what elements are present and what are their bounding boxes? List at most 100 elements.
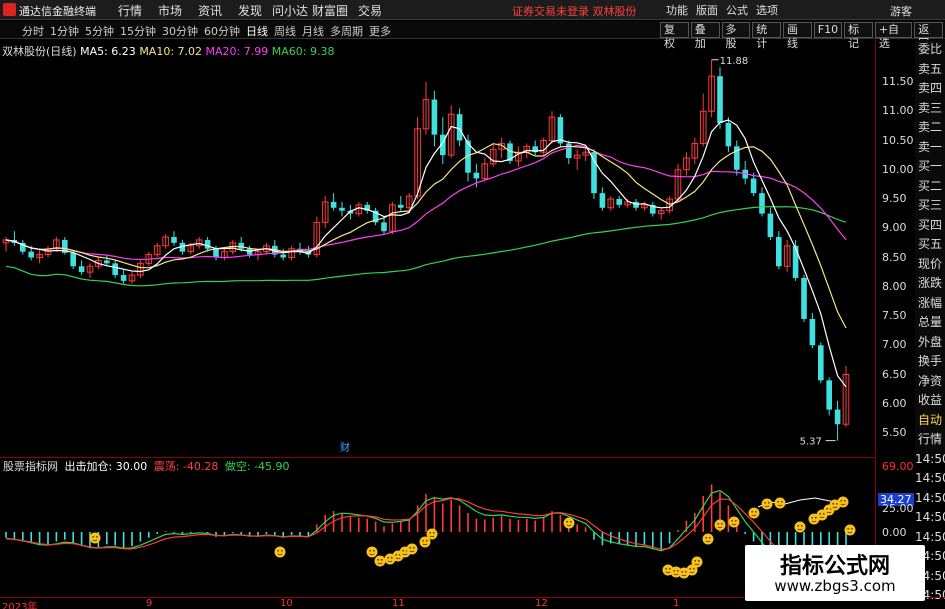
menu-item-market[interactable]: 市场 [150,2,190,19]
side-panel-item[interactable]: 卖五 [915,60,945,80]
side-panel-item[interactable]: 净资 [915,372,945,392]
guest-button[interactable]: 游客 [890,3,912,19]
menu-item-ask[interactable]: 问小达 [270,2,310,19]
signal-face-icon [728,516,740,528]
candle-down [171,237,177,243]
signal-face-icon [366,546,378,558]
candle-down [776,237,782,267]
menu-item-formula[interactable]: 公式 [724,2,750,18]
menu-item-trade[interactable]: 交易 [350,2,390,19]
candle-down [213,248,219,258]
f10-button[interactable]: F10 [813,22,843,38]
tab-5min[interactable]: 5分钟 [85,23,114,39]
watermark-title: 指标公式网 [779,554,890,579]
tab-intraday[interactable]: 分时 [22,23,44,39]
tab-15min[interactable]: 15分钟 [120,23,156,39]
login-notice[interactable]: 证券交易未登录 双林股份 [512,3,637,19]
menu-item-options[interactable]: 选项 [754,2,780,18]
adjust-button[interactable]: 复权 [660,22,689,50]
side-panel-item[interactable]: 卖一 [915,138,945,158]
side-panel-item[interactable]: 14:50 [915,508,945,528]
candle-down [834,409,841,425]
side-panel-item[interactable]: 现价 [915,255,945,275]
side-panel-item[interactable]: 涨跌 [915,274,945,294]
candle-down [204,239,211,249]
tab-1min[interactable]: 1分钟 [50,23,79,39]
add-favorite-button[interactable]: +自选 [874,22,913,50]
candle-down [750,178,757,194]
side-panel-item[interactable]: 14:50 [915,450,945,470]
indicator-tick-label: 0.00 [882,526,907,539]
main-menu: 行情 市场 资讯 发现 问小达 财富圈 交易 [110,2,390,19]
signal-face-icon [691,556,703,568]
tab-weekly[interactable]: 周线 [274,23,296,39]
tab-60min[interactable]: 60分钟 [204,23,240,39]
signal-face-icon [844,524,856,536]
signal-face-icon [374,555,386,567]
candlestick-chart[interactable]: 11.88 5.37 财 [0,40,875,455]
side-panel-item[interactable]: 外盘 [915,333,945,353]
tab-30min[interactable]: 30分钟 [162,23,198,39]
date-tick-label: 10 [280,598,293,609]
candle-down [717,76,723,123]
side-panel-item[interactable]: 收益 [915,391,945,411]
side-panel-item[interactable]: 买二 [915,177,945,197]
signal-face-icon [563,517,575,529]
candle-down [456,114,463,141]
indicator-header: 股票指标网 出击加仓: 30.00 震荡: -40.28 做空: -45.90 [0,457,875,473]
signal-face-icon [794,521,806,533]
candle-down [398,204,404,208]
side-panel-item[interactable]: 总量 [915,313,945,333]
menu-item-wealth[interactable]: 财富圈 [310,2,350,19]
side-panel-item[interactable]: 涨幅 [915,294,945,314]
candle-down [112,263,118,276]
menu-item-function[interactable]: 功能 [664,2,690,18]
menu-item-news[interactable]: 资讯 [190,2,230,19]
price-tick-label: 6.00 [882,396,907,410]
stats-button[interactable]: 统计 [752,22,781,50]
date-tick-label: 1 [673,598,680,609]
side-panel-item[interactable]: 委比 [915,40,945,60]
side-panel-item[interactable]: 14:50 [915,489,945,509]
candle-down [120,275,127,281]
tab-monthly[interactable]: 月线 [302,23,324,39]
signal-face-icon [748,507,760,519]
side-panel-item[interactable]: 卖二 [915,118,945,138]
menu-item-quotes[interactable]: 行情 [110,2,150,19]
indicator-chart[interactable] [0,472,875,597]
side-panel-item[interactable]: 换手 [915,352,945,372]
menu-item-layout[interactable]: 版面 [694,2,720,18]
draw-button[interactable]: 画线 [783,22,812,50]
ma20-line [5,144,847,261]
side-panel-item[interactable]: 卖三 [915,99,945,119]
candle-down [801,277,807,319]
side-panel-item[interactable]: 卖四 [915,79,945,99]
side-panel-item[interactable]: 买四 [915,216,945,236]
tab-more[interactable]: 更多 [369,23,391,39]
multi-stock-button[interactable]: 多股 [721,22,751,50]
mark-button[interactable]: 标记 [844,22,873,50]
menu-item-discover[interactable]: 发现 [230,2,270,19]
side-panel-item[interactable]: 买五 [915,235,945,255]
overlay-button[interactable]: 叠加 [690,22,720,50]
candle-down [78,266,85,273]
side-panel-item[interactable]: 行情 [915,430,945,450]
signal-face-icon [774,497,786,509]
tab-multi-period[interactable]: 多周期 [330,23,363,39]
price-tick-label: 9.00 [882,221,907,235]
candle-down [339,207,345,211]
chart-tools: 复权 叠加 多股 统计 画线 F10 标记 +自选 返回 [660,22,945,50]
app-title: 通达信金融终端 [19,5,96,18]
side-panel-item[interactable]: 买三 [915,196,945,216]
quote-side-panel: 委比 卖五 卖四 卖三 卖二 卖一 买一 买二 买三 买四 买五 现价 涨跌 涨幅 总量 外盘 换手 净资 收益 自动… [915,40,945,602]
candle-down [280,254,286,258]
side-panel-item[interactable]: 自动 [915,411,945,431]
side-panel-item[interactable]: 14:50 [915,469,945,489]
tab-daily[interactable]: 日线 [246,23,268,39]
signal-face-icon [702,533,714,545]
back-button[interactable]: 返回 [914,22,944,50]
side-panel-item[interactable]: 买一 [915,157,945,177]
period-toolbar: 分时 1分钟 5分钟 15分钟 30分钟 60分钟 日线 周线 月线 多周期 更… [0,21,945,50]
watermark: 指标公式网 www.zbgs3.com [745,545,925,601]
signal-face-icon [89,532,101,544]
